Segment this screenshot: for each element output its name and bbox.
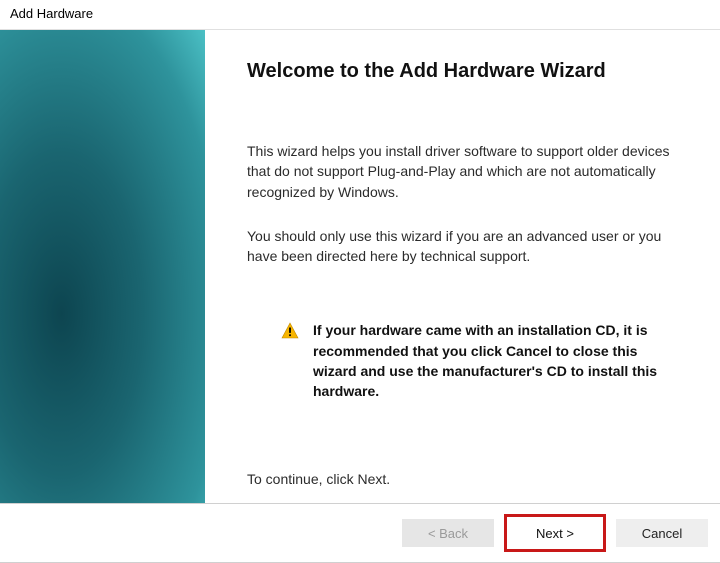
wizard-heading: Welcome to the Add Hardware Wizard bbox=[247, 60, 692, 83]
intro-paragraph-2: You should only use this wizard if you a… bbox=[247, 226, 692, 267]
cancel-button[interactable]: Cancel bbox=[616, 519, 708, 547]
wizard-window: Add Hardware Welcome to the Add Hardware… bbox=[0, 0, 720, 563]
side-graphic-panel bbox=[0, 30, 205, 503]
window-title: Add Hardware bbox=[0, 0, 720, 29]
warning-block: If your hardware came with an installati… bbox=[247, 320, 692, 401]
wizard-footer: < Back Next > Cancel bbox=[0, 503, 720, 563]
intro-paragraph-1: This wizard helps you install driver sof… bbox=[247, 141, 692, 202]
continue-hint: To continue, click Next. bbox=[247, 471, 692, 487]
warning-icon bbox=[281, 322, 299, 345]
next-button-highlight: Next > bbox=[504, 514, 606, 552]
content-area: Welcome to the Add Hardware Wizard This … bbox=[0, 29, 720, 503]
next-button[interactable]: Next > bbox=[509, 519, 601, 547]
back-button: < Back bbox=[402, 519, 494, 547]
warning-text: If your hardware came with an installati… bbox=[313, 320, 684, 401]
main-panel: Welcome to the Add Hardware Wizard This … bbox=[205, 30, 720, 503]
